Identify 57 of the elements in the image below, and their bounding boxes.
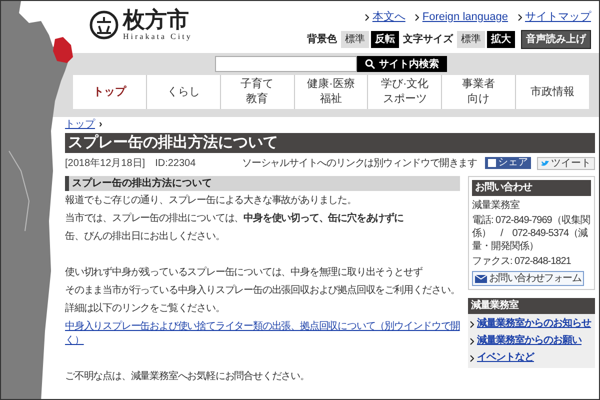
- logo-title: 枚方市: [123, 9, 190, 31]
- chevron-icon: [470, 321, 474, 328]
- department-link[interactable]: 減量業務室からのお願い: [477, 334, 582, 348]
- setting-button[interactable]: 反転: [371, 30, 399, 48]
- search-button[interactable]: サイト内検索: [357, 56, 447, 72]
- nav-tab[interactable]: 子育て 教育: [220, 75, 294, 109]
- department-title: 減量業務室: [468, 298, 595, 314]
- contact-title: お問い合わせ: [472, 180, 591, 196]
- section-heading: スプレー缶の排出方法について: [65, 176, 460, 191]
- bird-icon: [541, 160, 549, 166]
- nav-tab[interactable]: 市政情報: [516, 75, 590, 109]
- breadcrumb-link[interactable]: トップ: [65, 116, 95, 132]
- article-paragraph: 報道でもご存じの通り、スプレー缶による大きな事故がありました。: [65, 194, 358, 208]
- fax-text: ファクス: 072-848-1821: [472, 255, 572, 268]
- nav-tab[interactable]: 事業者 向け: [442, 75, 516, 109]
- phone-text: 電話: 072-849-7969（収集関係） / 072-849-5374（減量・開発関係）: [472, 214, 591, 253]
- chevron-icon: [518, 14, 522, 21]
- tweet-button[interactable]: ツイート: [537, 156, 595, 170]
- setting-button[interactable]: 拡大: [487, 30, 515, 48]
- article-paragraph: 当市では、スプレー缶の排出については、中身を使い切って、缶に穴をあけずに: [65, 211, 404, 226]
- setting-button[interactable]: 標準: [457, 30, 485, 48]
- chevron-icon: [415, 14, 420, 21]
- header-link[interactable]: サイトマップ: [525, 9, 591, 26]
- article-paragraph: そのまま当市が行っている中身入りスプレー缶の出張回収および拠点回収をご利用ください。: [65, 284, 460, 298]
- social-note: ソーシャルサイトへのリンクは別ウィンドウで開きます: [242, 156, 477, 170]
- article-paragraph: 使い切れず中身が残っているスプレー缶については、中身を無理に取り出そうとせず: [65, 266, 424, 280]
- nav-tab[interactable]: 学び·文化 スポーツ: [368, 75, 442, 109]
- article-paragraph: 缶、びんの排出日にお出しください。: [65, 230, 226, 244]
- search-field[interactable]: [215, 56, 357, 72]
- department-name: 減量業務室: [472, 199, 520, 212]
- setting-label: 文字サイズ: [403, 32, 453, 46]
- article-paragraph: 詳細は以下のリンクをご覧ください。: [65, 302, 226, 316]
- header-link[interactable]: Foreign language: [422, 9, 508, 26]
- mail-icon: [475, 274, 487, 282]
- search-icon: [365, 59, 375, 69]
- article-link[interactable]: 中身入りスプレー缶および使い捨てライター類の出張、拠点回収について（別ウインドウで開く）: [65, 320, 460, 348]
- chevron-icon: [470, 355, 474, 362]
- page-title: スプレー缶の排出方法について: [65, 133, 595, 153]
- share-button[interactable]: シェア: [485, 157, 531, 169]
- chevron-icon: [470, 338, 474, 345]
- nav-tab[interactable]: トップ: [73, 75, 146, 109]
- setting-button[interactable]: 標準: [341, 30, 369, 48]
- department-link[interactable]: イベントなど: [477, 351, 534, 365]
- logo-subtitle: Hirakata City: [123, 33, 192, 41]
- nav-tab[interactable]: 健康·医療 福祉: [294, 75, 368, 109]
- chevron-icon: [365, 14, 370, 21]
- department-link[interactable]: 減量業務室からのお知らせ: [477, 317, 591, 331]
- logo-icon: [89, 10, 119, 40]
- voice-button[interactable]: 音声読み上げ: [521, 30, 591, 48]
- breadcrumb-separator: ›: [99, 118, 102, 132]
- setting-label: 背景色: [307, 32, 337, 46]
- nav-tab[interactable]: くらし: [146, 75, 220, 109]
- date-text: [2018年12月18日]: [65, 156, 146, 170]
- id-text: ID:22304: [155, 156, 196, 170]
- article-paragraph: ご不明な点は、減量業務室へお気軽にお問合せください。: [65, 370, 310, 384]
- contact-form-button[interactable]: お問い合わせフォーム: [472, 271, 584, 286]
- header-link[interactable]: 本文へ: [372, 9, 406, 26]
